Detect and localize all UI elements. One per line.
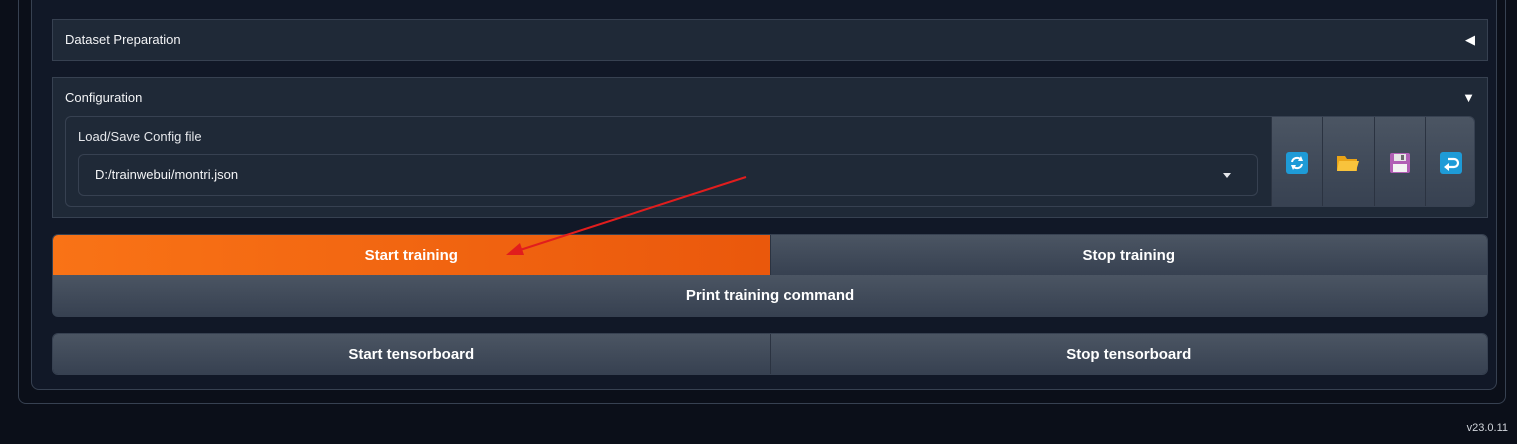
tensorboard-buttons-row: Start tensorboard Stop tensorboard [52, 333, 1488, 375]
config-tool-buttons [1271, 117, 1474, 206]
save-icon [1389, 152, 1410, 173]
dataset-preparation-accordion[interactable]: Dataset Preparation ◀ [52, 19, 1488, 61]
start-tensorboard-button[interactable]: Start tensorboard [53, 334, 770, 374]
chevron-down-icon [1223, 173, 1231, 178]
config-file-selector: Load/Save Config file D:/trainwebui/mont… [66, 117, 1271, 206]
config-file-block: Load/Save Config file D:/trainwebui/mont… [65, 116, 1475, 207]
folder-icon [1337, 155, 1360, 171]
configuration-title[interactable]: Configuration [65, 78, 142, 118]
version-label: v23.0.11 [1466, 422, 1508, 434]
print-training-command-button[interactable]: Print training command [52, 275, 1488, 317]
collapse-arrow-icon[interactable]: ◀ [1465, 20, 1475, 60]
dataset-preparation-title: Dataset Preparation [65, 32, 181, 47]
configuration-accordion: Configuration ▼ Load/Save Config file D:… [52, 77, 1488, 218]
start-training-button[interactable]: Start training [53, 235, 770, 275]
refresh-icon [1286, 151, 1309, 174]
refresh-config-button[interactable] [1271, 117, 1323, 206]
training-buttons-row: Start training Stop training [52, 234, 1488, 276]
open-config-button[interactable] [1322, 117, 1374, 206]
return-icon [1439, 151, 1462, 174]
stop-training-button[interactable]: Stop training [769, 235, 1487, 275]
load-config-button[interactable] [1424, 117, 1474, 206]
stop-tensorboard-button[interactable]: Stop tensorboard [769, 334, 1487, 374]
config-file-label: Load/Save Config file [78, 129, 202, 144]
expand-arrow-icon[interactable]: ▼ [1462, 78, 1475, 118]
config-file-value: D:/trainwebui/montri.json [95, 167, 239, 182]
save-config-button[interactable] [1373, 117, 1425, 206]
config-file-dropdown[interactable]: D:/trainwebui/montri.json [78, 154, 1258, 196]
